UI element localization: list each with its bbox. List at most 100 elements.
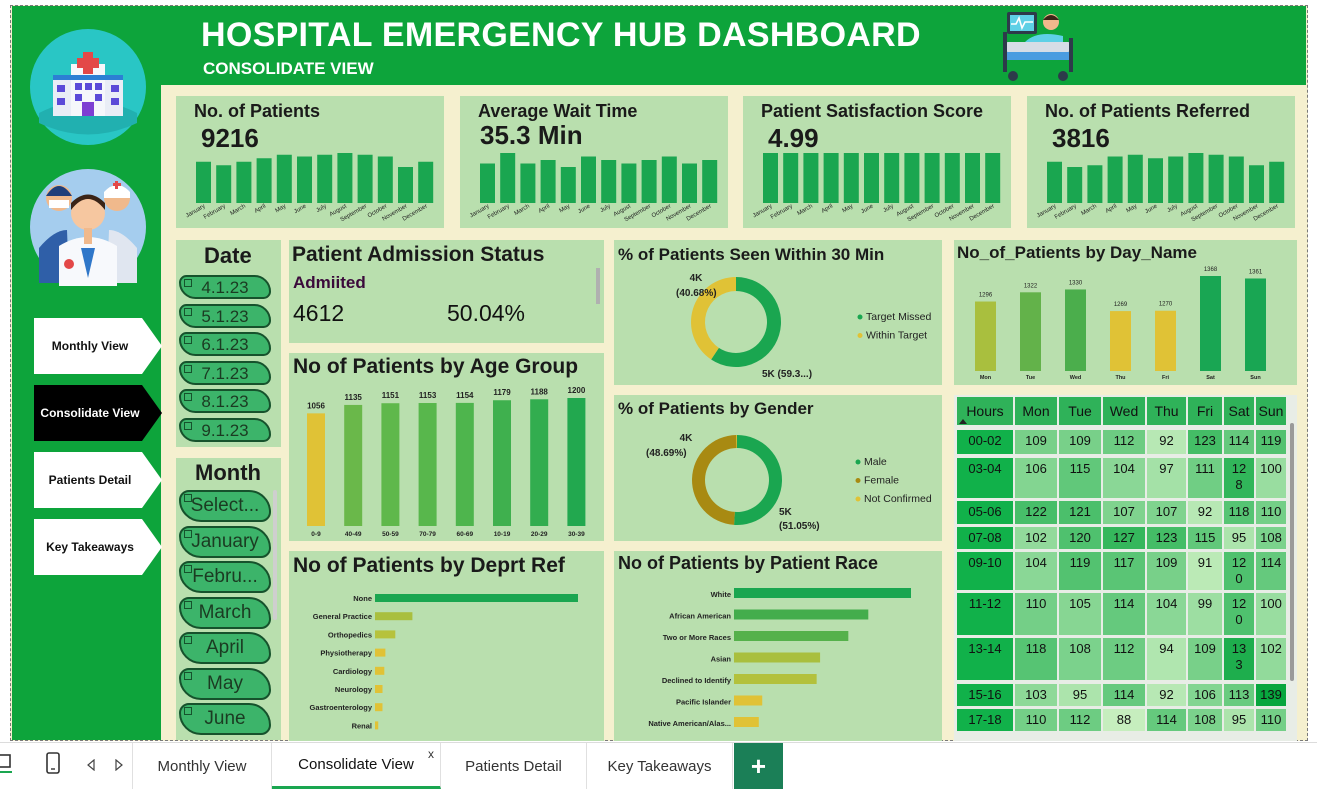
heatmap-cell[interactable]: 102 bbox=[1256, 638, 1286, 680]
heatmap-cell[interactable]: 117 bbox=[1103, 552, 1145, 590]
nav-key-takeaways-button[interactable]: Key Takeaways bbox=[34, 519, 162, 575]
checkbox-icon[interactable] bbox=[184, 671, 192, 680]
admission-status-card[interactable]: Patient Admission Status Admiited 4612 5… bbox=[289, 240, 604, 343]
heatmap-cell[interactable]: 104 bbox=[1103, 458, 1145, 498]
tab-consolidate-view[interactable]: Consolidate View x bbox=[272, 743, 441, 789]
checkbox-icon[interactable] bbox=[184, 565, 192, 573]
heatmap-cell[interactable]: 112 bbox=[1059, 709, 1101, 731]
heatmap-cell[interactable]: 97 bbox=[1147, 458, 1186, 498]
heatmap-cell[interactable]: 92 bbox=[1147, 684, 1186, 706]
dept-ref-chart-card[interactable]: No of Patients by Deprt Ref None General … bbox=[289, 551, 604, 741]
gender-chart-card[interactable]: % of Patients by Gender 4K (48.69%) 5K (51.… bbox=[614, 395, 942, 541]
kpi-card-wait-time[interactable]: Average Wait Time 35.3 Min January Februa… bbox=[460, 96, 728, 228]
heatmap-cell[interactable]: 12 0 bbox=[1224, 552, 1254, 590]
heatmap-cell[interactable]: 108 bbox=[1188, 709, 1222, 731]
mobile-icon[interactable] bbox=[46, 752, 60, 774]
race-chart-card[interactable]: No of Patients by Patient Race White Afri… bbox=[614, 551, 942, 741]
heatmap-cell[interactable]: 121 bbox=[1059, 501, 1101, 524]
heatmap-cell[interactable]: 103 bbox=[1015, 684, 1057, 706]
heatmap-cell[interactable]: 122 bbox=[1015, 501, 1057, 524]
heatmap-cell[interactable]: 107 bbox=[1147, 501, 1186, 524]
heatmap-cell[interactable]: 115 bbox=[1188, 527, 1222, 549]
heatmap-cell[interactable]: 109 bbox=[1147, 552, 1186, 590]
heatmap-cell[interactable]: 110 bbox=[1256, 709, 1286, 731]
month-slicer-item[interactable]: May bbox=[179, 667, 271, 700]
heatmap-cell[interactable]: 95 bbox=[1224, 527, 1254, 549]
seen-30-chart-card[interactable]: % of Patients Seen Within 30 Min 4K (40.6… bbox=[614, 240, 942, 385]
nav-patients-detail-button[interactable]: Patients Detail bbox=[34, 452, 162, 508]
heatmap-cell[interactable]: 112 bbox=[1103, 638, 1145, 680]
heatmap-cell[interactable]: 110 bbox=[1015, 593, 1057, 635]
heatmap-cell[interactable]: 109 bbox=[1015, 430, 1057, 454]
heatmap-scrollbar[interactable] bbox=[1290, 423, 1294, 681]
next-arrow-icon[interactable] bbox=[114, 759, 124, 771]
heatmap-cell[interactable]: 109 bbox=[1059, 430, 1101, 454]
date-slicer-item[interactable]: 7.1.23 bbox=[179, 360, 271, 385]
heatmap-cell[interactable]: 110 bbox=[1256, 501, 1286, 524]
checkbox-icon[interactable] bbox=[184, 707, 192, 715]
heatmap-cell[interactable]: 115 bbox=[1059, 458, 1101, 498]
heatmap-cell[interactable]: 94 bbox=[1147, 638, 1186, 680]
heatmap-cell[interactable]: 114 bbox=[1147, 709, 1186, 731]
heatmap-cell[interactable]: 91 bbox=[1188, 552, 1222, 590]
heatmap-cell[interactable]: 104 bbox=[1147, 593, 1186, 635]
month-slicer-item[interactable]: April bbox=[179, 632, 271, 664]
heatmap-column-header[interactable]: Sun bbox=[1256, 397, 1286, 425]
month-slicer-item[interactable]: January bbox=[179, 525, 271, 558]
nav-monthly-view-button[interactable]: Monthly View bbox=[34, 318, 162, 374]
heatmap-column-header[interactable]: Mon bbox=[1015, 397, 1057, 425]
tab-patients-detail[interactable]: Patients Detail bbox=[441, 743, 587, 789]
heatmap-cell[interactable]: 109 bbox=[1188, 638, 1222, 680]
heatmap-cell[interactable]: 95 bbox=[1224, 709, 1254, 731]
date-slicer-item[interactable]: 4.1.23 bbox=[179, 275, 271, 299]
heatmap-cell[interactable]: 114 bbox=[1103, 684, 1145, 706]
tab-key-takeaways[interactable]: Key Takeaways bbox=[587, 743, 733, 789]
tab-monthly-view[interactable]: Monthly View bbox=[132, 743, 272, 789]
heatmap-cell[interactable]: 106 bbox=[1015, 458, 1057, 498]
heatmap-cell[interactable]: 111 bbox=[1188, 458, 1222, 498]
heatmap-cell[interactable]: 12 0 bbox=[1224, 593, 1254, 635]
date-slicer-item[interactable]: 8.1.23 bbox=[179, 389, 271, 413]
heatmap-cell[interactable]: 123 bbox=[1188, 430, 1222, 454]
heatmap-cell[interactable]: 118 bbox=[1015, 638, 1057, 680]
checkbox-icon[interactable] bbox=[184, 393, 192, 401]
heatmap-cell[interactable]: 118 bbox=[1224, 501, 1254, 524]
heatmap-cell[interactable]: 92 bbox=[1188, 501, 1222, 524]
checkbox-icon[interactable] bbox=[184, 600, 192, 609]
checkbox-icon[interactable] bbox=[184, 636, 192, 644]
heatmap-cell[interactable]: 127 bbox=[1103, 527, 1145, 549]
slicer-scrollbar[interactable] bbox=[273, 490, 277, 620]
checkbox-icon[interactable] bbox=[184, 307, 192, 316]
nav-consolidate-view-button[interactable]: Consolidate View bbox=[34, 385, 162, 441]
heatmap-column-header[interactable]: Wed bbox=[1103, 397, 1145, 425]
day-name-chart-card[interactable]: No_of_Patients by Day_Name 1296 Mon 1322 Tu… bbox=[954, 240, 1297, 385]
card-scrollbar[interactable] bbox=[596, 268, 600, 304]
heatmap-cell[interactable]: 114 bbox=[1224, 430, 1254, 454]
prev-arrow-icon[interactable] bbox=[86, 759, 96, 771]
heatmap-column-header[interactable]: Fri bbox=[1188, 397, 1222, 425]
heatmap-cell[interactable]: 13 3 bbox=[1224, 638, 1254, 680]
heatmap-cell[interactable]: 99 bbox=[1188, 593, 1222, 635]
heatmap-cell[interactable]: 105 bbox=[1059, 593, 1101, 635]
kpi-card-patients[interactable]: No. of Patients 9216 January February Marc… bbox=[176, 96, 444, 228]
kpi-card-referred[interactable]: No. of Patients Referred 3816 January Feb… bbox=[1027, 96, 1295, 228]
heatmap-column-header[interactable]: Sat bbox=[1224, 397, 1254, 425]
heatmap-cell[interactable]: 112 bbox=[1103, 430, 1145, 454]
heatmap-cell[interactable]: 123 bbox=[1147, 527, 1186, 549]
heatmap-cell[interactable]: 119 bbox=[1256, 430, 1286, 454]
sort-ascending-icon[interactable] bbox=[959, 419, 967, 424]
month-slicer-item[interactable]: Febru... bbox=[179, 561, 271, 593]
heatmap-cell[interactable]: 108 bbox=[1256, 527, 1286, 549]
checkbox-icon[interactable] bbox=[184, 279, 192, 287]
heatmap-cell[interactable]: 92 bbox=[1147, 430, 1186, 454]
heatmap-cell[interactable]: 104 bbox=[1015, 552, 1057, 590]
heatmap-cell[interactable]: 119 bbox=[1059, 552, 1101, 590]
heatmap-cell[interactable]: 120 bbox=[1059, 527, 1101, 549]
heatmap-cell[interactable]: 108 bbox=[1059, 638, 1101, 680]
heatmap-cell[interactable]: 95 bbox=[1059, 684, 1101, 706]
hours-heatmap-card[interactable]: Hours Mon Tue Wed Thu Fri Sat Sun 00-02 109 109 112… bbox=[954, 395, 1297, 741]
heatmap-cell[interactable]: 139 bbox=[1256, 684, 1286, 706]
heatmap-cell[interactable]: 88 bbox=[1103, 709, 1145, 731]
heatmap-cell[interactable]: 100 bbox=[1256, 458, 1286, 498]
month-slicer-item[interactable]: Select... bbox=[179, 490, 271, 522]
